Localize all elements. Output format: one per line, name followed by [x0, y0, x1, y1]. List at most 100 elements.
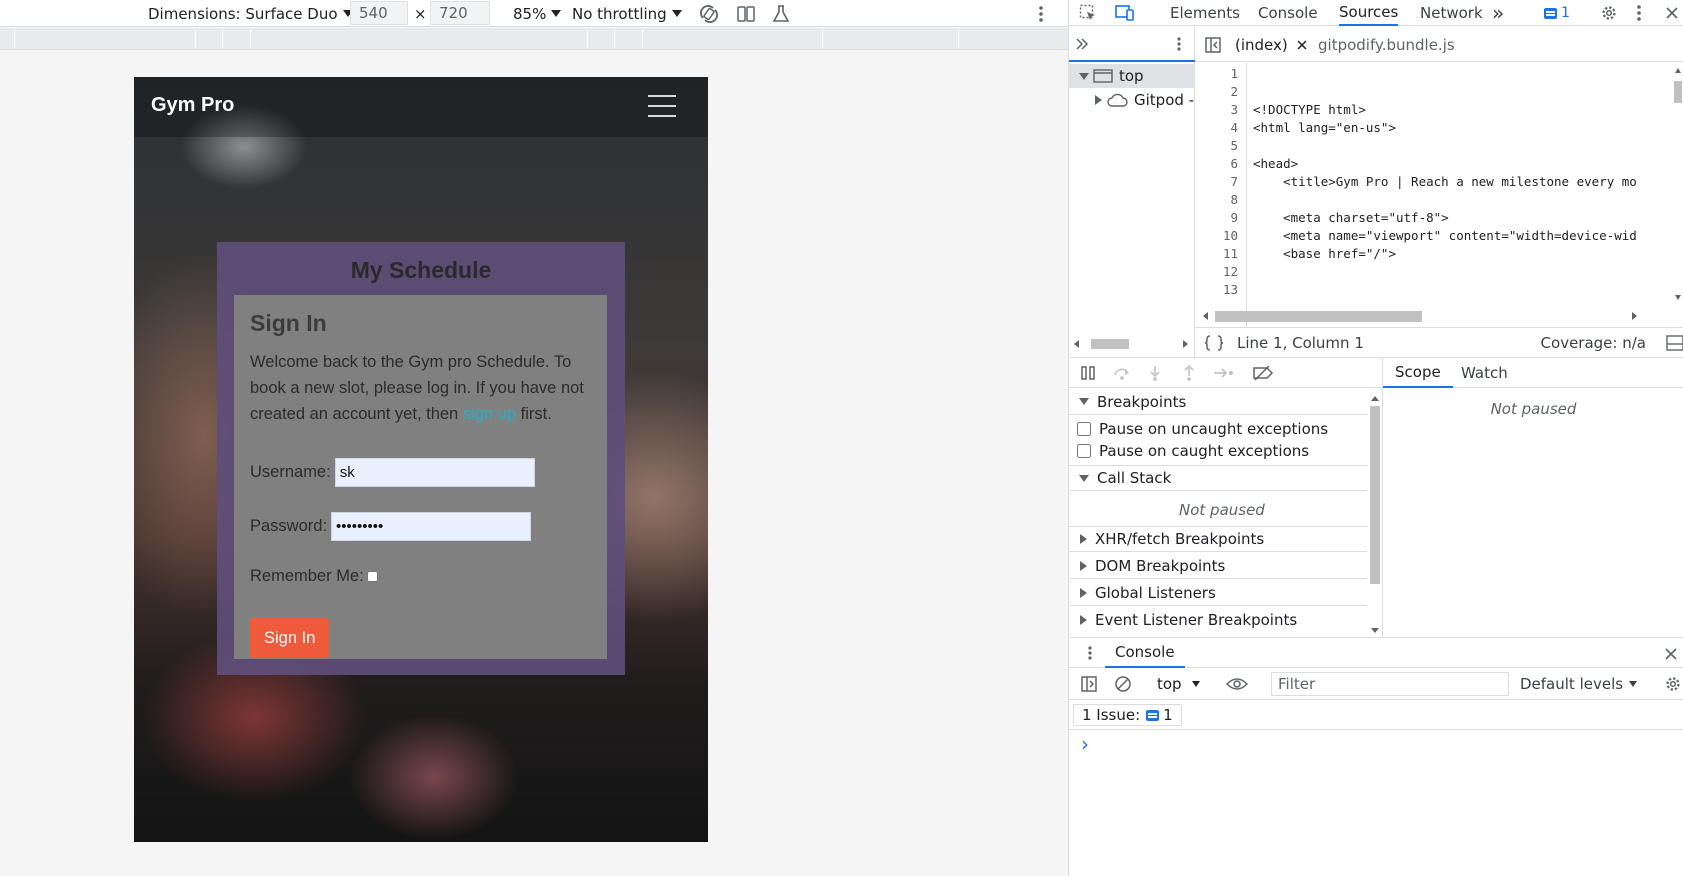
event-listener-breakpoints-label: Event Listener Breakpoints [1095, 611, 1298, 629]
line-number[interactable]: 1 [1230, 65, 1238, 83]
tree-item-top[interactable]: top [1069, 64, 1195, 88]
step-icon[interactable] [1213, 364, 1235, 382]
devtools-menu-icon[interactable] [1634, 4, 1644, 22]
pause-icon[interactable] [1079, 364, 1097, 382]
line-number[interactable]: 5 [1230, 137, 1238, 155]
devtools-panel: Elements Console Sources Network » 1 top… [1068, 0, 1683, 876]
tab-sources[interactable]: Sources [1339, 0, 1399, 26]
drawer-menu-icon[interactable] [1085, 644, 1095, 662]
tab-scope[interactable]: Scope [1383, 358, 1453, 388]
breakpoints-section[interactable]: Breakpoints [1069, 389, 1367, 415]
line-number[interactable]: 8 [1230, 191, 1238, 209]
close-devtools-icon[interactable] [1663, 3, 1681, 23]
log-levels-dropdown[interactable]: Default levels [1520, 668, 1638, 700]
global-listeners-section[interactable]: Global Listeners [1069, 580, 1367, 606]
signin-button[interactable]: Sign In [250, 618, 330, 658]
tree-item-gitpod[interactable]: Gitpod - [1069, 88, 1195, 112]
pretty-print-braces-icon[interactable] [1203, 334, 1225, 352]
inspect-element-icon[interactable] [1077, 2, 1099, 24]
more-options-icon[interactable] [1038, 0, 1044, 27]
settings-gear-icon[interactable] [1598, 2, 1620, 24]
password-input[interactable] [331, 512, 532, 541]
zoom-dropdown[interactable]: 85% [513, 0, 562, 27]
dom-breakpoints-section[interactable]: DOM Breakpoints [1069, 553, 1367, 579]
dual-screen-icon[interactable] [735, 0, 757, 27]
signin-card: Sign In Welcome back to the Gym pro Sche… [234, 295, 607, 659]
remember-checkbox[interactable] [366, 571, 378, 582]
line-number[interactable]: 10 [1223, 227, 1238, 245]
tab-watch[interactable]: Watch [1449, 358, 1520, 388]
xhr-breakpoints-section[interactable]: XHR/fetch Breakpoints [1069, 526, 1367, 552]
sensors-flask-icon[interactable] [770, 0, 792, 27]
editor-tab-index[interactable]: (index) [1235, 27, 1308, 62]
navigator-menu-icon[interactable] [1171, 35, 1187, 53]
editor-status-bar: Line 1, Column 1 Coverage: n/a [1195, 327, 1683, 357]
context-dropdown[interactable]: top [1157, 668, 1200, 700]
line-number[interactable]: 12 [1223, 263, 1238, 281]
pause-uncaught-checkbox[interactable] [1077, 422, 1091, 436]
issues-badge[interactable]: 1 [1540, 3, 1574, 23]
line-number[interactable]: 9 [1230, 209, 1238, 227]
throttling-dropdown[interactable]: No throttling [572, 0, 682, 27]
double-chevron-icon[interactable] [1073, 35, 1091, 53]
dimensions-dropdown[interactable]: Dimensions: Surface Duo [148, 0, 353, 27]
editor-vscroll[interactable] [1672, 63, 1683, 307]
clear-console-icon[interactable] [1113, 675, 1133, 693]
expand-triangle-icon [1079, 72, 1089, 80]
rotate-icon[interactable] [698, 0, 720, 27]
line-number[interactable]: 4 [1230, 119, 1238, 137]
line-number[interactable]: 6 [1230, 155, 1238, 173]
hamburger-menu-icon[interactable] [648, 95, 676, 117]
console-prompt-icon[interactable]: › [1081, 732, 1089, 756]
line-number[interactable]: 13 [1223, 281, 1238, 299]
line-number[interactable]: 11 [1223, 245, 1238, 263]
device-toolbar-icon[interactable] [1114, 2, 1136, 24]
step-over-icon[interactable] [1113, 364, 1131, 382]
console-settings-gear-icon[interactable] [1663, 675, 1683, 693]
width-input[interactable]: 540 [350, 1, 408, 25]
username-input[interactable] [334, 458, 535, 487]
context-label: top [1157, 675, 1182, 693]
close-tab-icon[interactable] [1296, 39, 1308, 51]
height-input[interactable]: 720 [430, 1, 490, 25]
call-stack-section[interactable]: Call Stack [1069, 465, 1367, 491]
device-emulation-area: Dimensions: Surface Duo 540 × 720 85% No… [0, 0, 1068, 876]
event-listener-breakpoints-section[interactable]: Event Listener Breakpoints [1069, 607, 1367, 633]
more-tabs-icon[interactable]: » [1492, 0, 1504, 26]
toggle-debugger-icon[interactable] [1666, 334, 1683, 351]
breakpoints-label: Breakpoints [1097, 392, 1187, 411]
close-drawer-icon[interactable] [1663, 646, 1679, 662]
line-number[interactable]: 7 [1230, 173, 1238, 191]
editor-hscroll[interactable] [1195, 307, 1683, 325]
signup-link[interactable]: sign up [463, 405, 516, 423]
tab-elements[interactable]: Elements [1170, 0, 1240, 26]
code-view[interactable]: 1 2 3 4 5 6 7 8 9 10 11 12 13 <!DOCTYPE html> <html l… [1195, 63, 1683, 327]
step-into-icon[interactable] [1146, 364, 1164, 382]
username-label: Username: [250, 463, 331, 481]
coverage-label[interactable]: Coverage: n/a [1541, 334, 1646, 352]
line-number[interactable]: 3 [1230, 101, 1238, 119]
deactivate-breakpoints-icon[interactable] [1252, 364, 1274, 382]
schedule-title: My Schedule [350, 257, 492, 283]
scope-tabbar: Scope Watch [1383, 358, 1683, 388]
tab-console[interactable]: Console [1258, 0, 1318, 26]
editor-tab-bundle[interactable]: gitpodify.bundle.js [1318, 27, 1455, 62]
live-expression-eye-icon[interactable] [1225, 675, 1249, 693]
times-sign: × [414, 4, 427, 23]
step-out-icon[interactable] [1180, 364, 1198, 382]
console-sidebar-icon[interactable] [1079, 675, 1099, 693]
tab-network[interactable]: Network [1420, 0, 1483, 26]
media-query-ruler[interactable] [0, 28, 1068, 50]
tab-console-drawer[interactable]: Console [1105, 638, 1185, 668]
console-drawer-header: Console [1069, 638, 1683, 668]
pause-caught-checkbox[interactable] [1077, 444, 1091, 458]
console-filter-input[interactable]: Filter [1271, 672, 1509, 696]
navigator-hscroll[interactable] [1069, 336, 1195, 352]
collapse-triangle-icon [1080, 587, 1087, 598]
issues-chip[interactable]: 1 Issue: 1 [1073, 704, 1182, 726]
site-brand[interactable]: Gym Pro [151, 94, 234, 117]
debugger-vscroll[interactable] [1367, 393, 1383, 638]
toggle-navigator-icon[interactable] [1203, 35, 1223, 55]
line-number[interactable]: 2 [1230, 83, 1238, 101]
tree-item-top-label: top [1119, 67, 1144, 85]
